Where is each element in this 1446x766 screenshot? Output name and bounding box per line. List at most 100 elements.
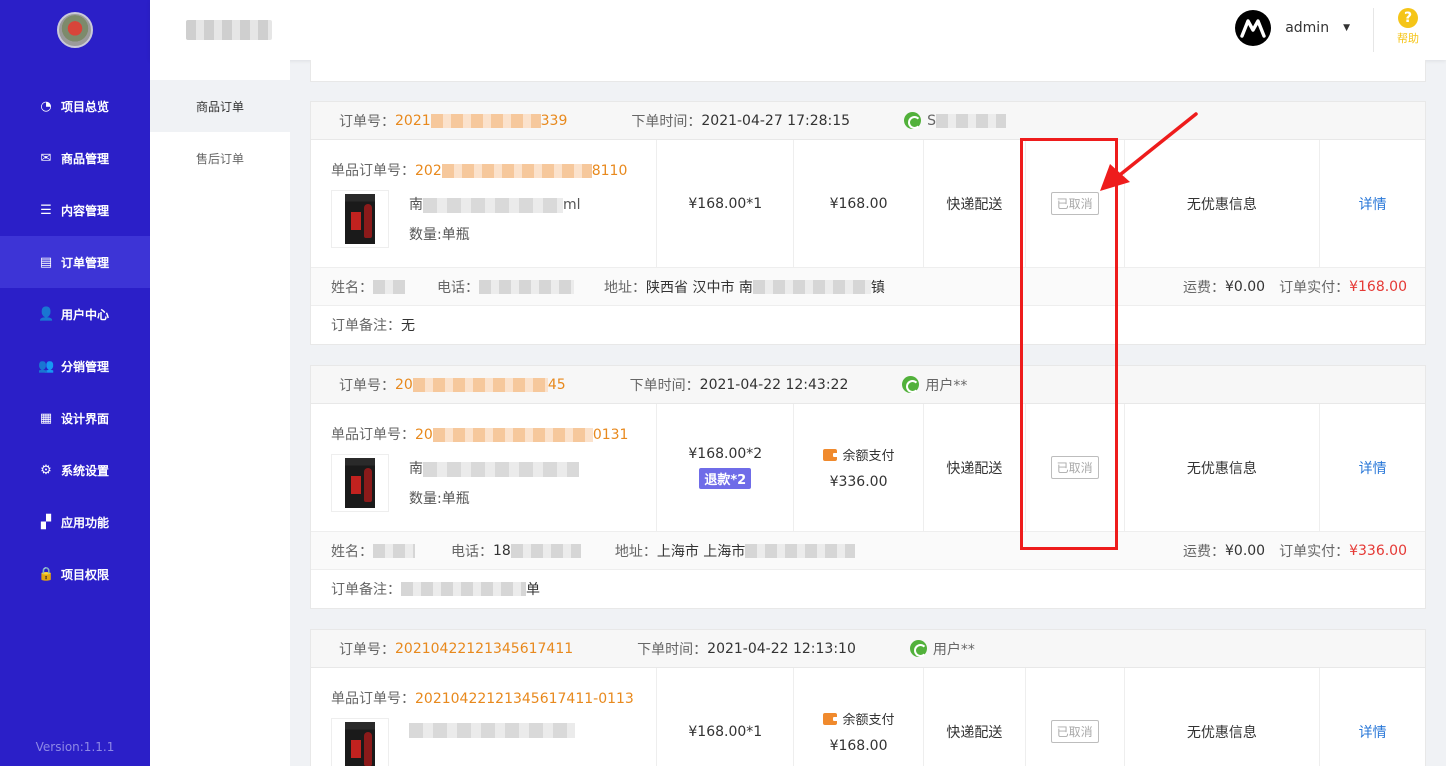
sidebar-item-label: 项目总览 bbox=[61, 99, 110, 114]
order-list: 订单号： 2021 339 下单时间： 2021-04-27 17:28:15 S… bbox=[290, 60, 1446, 766]
sidebar-item-overview[interactable]: ◔ 项目总览 bbox=[0, 80, 150, 132]
lock-icon: 🔒 bbox=[38, 566, 55, 582]
help-label: 帮助 bbox=[1397, 32, 1419, 45]
order-item-row: 单品订单号：20 0131 南 数量:单瓶 ¥168.00*2 退款*2 余额支付 … bbox=[311, 404, 1425, 532]
freight: ¥0.00 bbox=[1225, 279, 1266, 295]
wallet-icon bbox=[822, 448, 838, 461]
operations: 详情 bbox=[1320, 668, 1425, 766]
item-total: 余额支付 ¥336.00 bbox=[794, 404, 924, 531]
product-quantity: 数量:单瓶 bbox=[409, 491, 470, 507]
product-image[interactable] bbox=[331, 454, 389, 512]
order-header: 订单号： 20210422121345617411 下单时间： 2021-04-… bbox=[311, 630, 1425, 668]
order-no-label: 订单号： bbox=[339, 113, 395, 130]
shipping-method: 快递配送 bbox=[924, 404, 1026, 531]
product-cell: 单品订单号：20210422121345617411-0113 bbox=[311, 668, 658, 766]
product-image[interactable] bbox=[331, 718, 389, 766]
previous-order-tail bbox=[310, 60, 1426, 82]
order-time: 2021-04-22 12:13:10 bbox=[707, 640, 856, 657]
pie-chart-icon: ◔ bbox=[40, 98, 52, 114]
order-card: 订单号： 20210422121345617411 下单时间： 2021-04-… bbox=[310, 629, 1426, 766]
detail-link[interactable]: 详情 bbox=[1359, 194, 1387, 214]
sidebar-item-orders[interactable]: ▤ 订单管理 bbox=[0, 236, 150, 288]
order-remark: 订单备注：单 bbox=[331, 582, 540, 598]
sidebar-item-users[interactable]: 👤 用户中心 bbox=[0, 288, 150, 340]
detail-link[interactable]: 详情 bbox=[1359, 458, 1387, 478]
sidebar-item-distribution[interactable]: 👥 分销管理 bbox=[0, 340, 150, 392]
sidebar-item-content[interactable]: ☰ 内容管理 bbox=[0, 184, 150, 236]
sidebar-item-label: 设计界面 bbox=[61, 411, 110, 426]
user-menu[interactable]: admin ▼ bbox=[1235, 10, 1350, 46]
sidebar-item-permissions[interactable]: 🔒 项目权限 bbox=[0, 548, 150, 600]
product-name bbox=[409, 722, 575, 738]
product-name: 南 bbox=[409, 458, 579, 478]
order-no: 20 45 bbox=[395, 376, 566, 393]
status-badge: 已取消 bbox=[1050, 192, 1099, 215]
sidebar-item-label: 商品管理 bbox=[61, 151, 110, 166]
layout-icon: ▦ bbox=[39, 410, 53, 426]
order-item-row: 单品订单号：20210422121345617411-0113 ¥168.00*… bbox=[311, 668, 1425, 766]
order-no: 2021 339 bbox=[395, 112, 568, 129]
order-time: 2021-04-27 17:28:15 bbox=[701, 112, 851, 129]
sidebar-item-label: 系统设置 bbox=[61, 463, 110, 478]
operations: 详情 bbox=[1320, 404, 1425, 531]
item-total: ¥168.00 bbox=[794, 140, 924, 267]
help-icon: ? bbox=[1398, 8, 1418, 28]
order-header: 订单号： 2021 339 下单时间： 2021-04-27 17:28:15 S bbox=[311, 102, 1425, 140]
list-icon: ☰ bbox=[40, 202, 52, 218]
logo-area bbox=[0, 0, 150, 60]
caret-down-icon[interactable]: ▼ bbox=[1343, 23, 1350, 33]
product-name: 南 ml bbox=[409, 197, 581, 213]
operations: 详情 bbox=[1320, 140, 1425, 267]
order-card: 订单号： 20 45 下单时间： 2021-04-22 12:43:22 用户**… bbox=[310, 365, 1426, 609]
order-status: 已取消 bbox=[1026, 140, 1125, 267]
sub-order-no: 单品订单号：20210422121345617411-0113 bbox=[331, 691, 634, 707]
detail-link[interactable]: 详情 bbox=[1359, 722, 1387, 742]
sub-order-no: 单品订单号：202 8110 bbox=[331, 163, 628, 179]
status-badge: 已取消 bbox=[1050, 720, 1099, 743]
discount-info: 无优惠信息 bbox=[1125, 668, 1321, 766]
order-user: 用户** bbox=[902, 375, 967, 395]
shipping-method: 快递配送 bbox=[924, 668, 1026, 766]
sidebar-item-label: 应用功能 bbox=[61, 515, 110, 530]
order-item-row: 单品订单号：202 8110 南 ml 数量:单瓶 ¥168.00*1 ¥168.0… bbox=[311, 140, 1425, 268]
sidebar-item-design[interactable]: ▦ 设计界面 bbox=[0, 392, 150, 444]
subnav: 商品订单 售后订单 bbox=[150, 60, 290, 766]
sidebar-item-label: 项目权限 bbox=[61, 567, 110, 582]
unit-price: ¥168.00*1 bbox=[657, 668, 795, 766]
paid-amount: ¥336.00 bbox=[1349, 543, 1407, 559]
order-icon: ▤ bbox=[39, 254, 53, 270]
wechat-miniprogram-icon bbox=[904, 112, 922, 129]
discount-info: 无优惠信息 bbox=[1125, 404, 1321, 531]
order-time-label: 下单时间： bbox=[631, 113, 702, 130]
subnav-item-aftersale-orders[interactable]: 售后订单 bbox=[150, 132, 290, 184]
product-quantity: 数量:单瓶 bbox=[409, 227, 470, 243]
product-cell: 单品订单号：202 8110 南 ml 数量:单瓶 bbox=[311, 140, 658, 267]
avatar[interactable] bbox=[1235, 10, 1272, 46]
help-button[interactable]: ? 帮助 bbox=[1396, 8, 1420, 46]
paid-amount: ¥168.00 bbox=[1349, 279, 1407, 295]
topbar: admin ▼ ? 帮助 bbox=[150, 0, 1446, 60]
version-label: Version:1.1.1 bbox=[35, 740, 115, 754]
subnav-item-product-orders[interactable]: 商品订单 bbox=[150, 80, 290, 132]
user-icon: 👤 bbox=[38, 306, 55, 322]
wechat-miniprogram-icon bbox=[909, 640, 927, 657]
product-icon: ✉ bbox=[40, 150, 52, 166]
item-total: 余额支付 ¥168.00 bbox=[794, 668, 924, 766]
gear-icon: ⚙ bbox=[40, 462, 52, 478]
order-status: 已取消 bbox=[1026, 668, 1125, 766]
unit-price: ¥168.00*2 退款*2 bbox=[657, 404, 795, 531]
product-cell: 单品订单号：20 0131 南 数量:单瓶 bbox=[311, 404, 658, 531]
product-image[interactable] bbox=[331, 190, 389, 248]
sidebar-item-products[interactable]: ✉ 商品管理 bbox=[0, 132, 150, 184]
unit-price: ¥168.00*1 bbox=[657, 140, 795, 267]
logo[interactable] bbox=[57, 12, 93, 48]
logo-m-icon bbox=[1240, 19, 1266, 38]
sidebar-item-settings[interactable]: ⚙ 系统设置 bbox=[0, 444, 150, 496]
sidebar-item-label: 订单管理 bbox=[61, 255, 110, 270]
freight: ¥0.00 bbox=[1225, 543, 1266, 559]
apps-icon: ▞ bbox=[41, 514, 51, 530]
users-icon: 👥 bbox=[38, 358, 55, 374]
order-user: 用户** bbox=[909, 639, 975, 659]
sidebar-item-apps[interactable]: ▞ 应用功能 bbox=[0, 496, 150, 548]
username[interactable]: admin bbox=[1285, 20, 1329, 36]
